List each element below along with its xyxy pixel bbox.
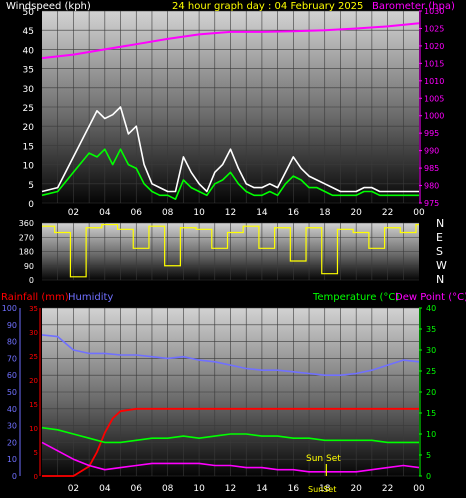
temperature-axis-label: Temperature (°C) <box>312 292 399 303</box>
x-tick-label-bottom: 22 <box>382 484 393 494</box>
barometer-tick-label: 980 <box>424 182 439 191</box>
rainfall-tick-label: 10 <box>29 425 38 433</box>
dir-letter-w: W <box>436 259 447 272</box>
rainfall-tick-label: 5 <box>34 449 38 457</box>
temperature-tick-label: 15 <box>426 409 436 418</box>
direction-letters: N E S W N <box>436 217 447 286</box>
x-tick-label-top: 04 <box>99 208 111 218</box>
windspeed-tick-label: 10 <box>23 162 35 172</box>
x-tick-label-bottom: 08 <box>162 484 174 494</box>
x-tick-label-top: 20 <box>350 208 362 218</box>
barometer-tick-label: 1015 <box>424 59 444 68</box>
x-tick-label-top: 06 <box>131 208 143 218</box>
barometer-tick-label: 990 <box>424 147 439 156</box>
windspeed-tick-label: 0 <box>28 200 34 210</box>
rainfall-axis-label: Rainfall (mm) <box>1 292 69 303</box>
x-tick-label-bottom: 10 <box>193 484 205 494</box>
humidity-tick-label: 20 <box>7 438 17 447</box>
temperature-tick-label: 35 <box>426 325 436 334</box>
windspeed-tick-label: 15 <box>23 142 34 152</box>
humidity-tick-label: 100 <box>2 304 17 313</box>
rainfall-tick-label: 20 <box>29 377 38 385</box>
x-tick-label-bottom: 04 <box>99 484 111 494</box>
x-tick-label-bottom: 12 <box>225 484 236 494</box>
humidity-axis-label: Humidity <box>68 292 113 303</box>
windspeed-tick-label: 35 <box>23 66 34 76</box>
weather-graph: 0 5 10 15 20 25 30 35 40 45 50 975 980 985 990 995 1000 1… <box>0 0 466 498</box>
windspeed-tick-label: 20 <box>23 123 35 133</box>
humidity-tick-label: 30 <box>7 422 17 431</box>
dir-letter-e: E <box>436 231 443 244</box>
dewpoint-axis-label: Dew Point (°C) <box>395 292 466 303</box>
rainfall-tick-label: 0 <box>34 473 38 481</box>
x-tick-label-bottom: 16 <box>288 484 300 494</box>
barometer-tick-label: 1020 <box>424 42 444 51</box>
weather-graph-svg: 0510152025303540455097598098599099510001… <box>1 1 466 494</box>
x-tick-label-top: 14 <box>256 208 268 218</box>
humidity-tick-label: 0 <box>12 472 17 481</box>
x-tick-label-top: 22 <box>382 208 393 218</box>
direction-tick-label: 90 <box>24 262 34 271</box>
temperature-tick-label: 30 <box>426 346 436 355</box>
x-tick-label-top: 16 <box>288 208 300 218</box>
barometer-tick-label: 1005 <box>424 94 444 103</box>
barometer-axis-label: Barometer (hpa) <box>372 1 455 12</box>
chart-title: 24 hour graph day : 04 February 2025 <box>172 1 363 12</box>
barometer-tick-label: 1000 <box>424 112 444 121</box>
barometer-tick-label: 975 <box>424 199 439 208</box>
dir-letter-s: S <box>436 245 443 258</box>
x-tick-label-top: 12 <box>225 208 236 218</box>
windspeed-tick-label: 40 <box>23 46 35 56</box>
windspeed-tick-label: 30 <box>23 85 35 95</box>
x-tick-label-bottom: 00 <box>413 484 425 494</box>
sunset-annotation: Sun Set <box>306 454 341 464</box>
dir-letter-n-top: N <box>436 217 444 230</box>
barometer-tick-label: 1010 <box>424 77 444 86</box>
windspeed-axis-label: Windspeed (kph) <box>6 1 91 12</box>
barometer-tick-label: 995 <box>424 129 439 138</box>
direction-tick-label: 270 <box>19 233 34 242</box>
temperature-tick-label: 0 <box>426 472 431 481</box>
x-tick-label-top: 02 <box>68 208 79 218</box>
humidity-tick-label: 80 <box>7 338 17 347</box>
barometer-tick-label: 1025 <box>424 24 444 33</box>
humidity-tick-label: 10 <box>7 455 17 464</box>
temperature-tick-label: 5 <box>426 451 431 460</box>
windspeed-tick-label: 5 <box>28 181 34 191</box>
x-tick-label-bottom: 14 <box>256 484 268 494</box>
direction-tick-label: 360 <box>19 219 34 228</box>
x-tick-label-bottom: 06 <box>131 484 143 494</box>
windspeed-tick-label: 45 <box>23 27 34 37</box>
direction-tick-label: 180 <box>19 248 34 257</box>
windspeed-tick-label: 25 <box>23 104 34 114</box>
x-tick-label-bottom: 20 <box>350 484 362 494</box>
humidity-tick-label: 60 <box>7 371 17 380</box>
dir-letter-n-bottom: N <box>436 273 444 286</box>
humidity-tick-label: 50 <box>7 388 17 397</box>
x-tick-label-top: 08 <box>162 208 174 218</box>
rainfall-tick-label: 25 <box>29 353 38 361</box>
humidity-tick-label: 90 <box>7 321 17 330</box>
rainfall-tick-label: 35 <box>29 305 38 313</box>
humidity-tick-label: 70 <box>7 354 17 363</box>
humidity-tick-label: 40 <box>7 405 17 414</box>
temperature-tick-label: 20 <box>426 388 436 397</box>
temperature-tick-label: 25 <box>426 367 436 376</box>
sunset-axis-label: SunSet <box>308 485 336 494</box>
direction-tick-label: 0 <box>29 276 34 285</box>
rainfall-tick-label: 15 <box>29 401 38 409</box>
x-tick-label-top: 10 <box>193 208 205 218</box>
rainfall-tick-label: 30 <box>29 329 38 337</box>
barometer-tick-label: 985 <box>424 164 439 173</box>
temperature-tick-label: 10 <box>426 430 436 439</box>
x-tick-label-top: 00 <box>413 208 425 218</box>
x-tick-label-top: 18 <box>319 208 331 218</box>
temperature-tick-label: 40 <box>426 304 436 313</box>
x-tick-label-bottom: 02 <box>68 484 79 494</box>
